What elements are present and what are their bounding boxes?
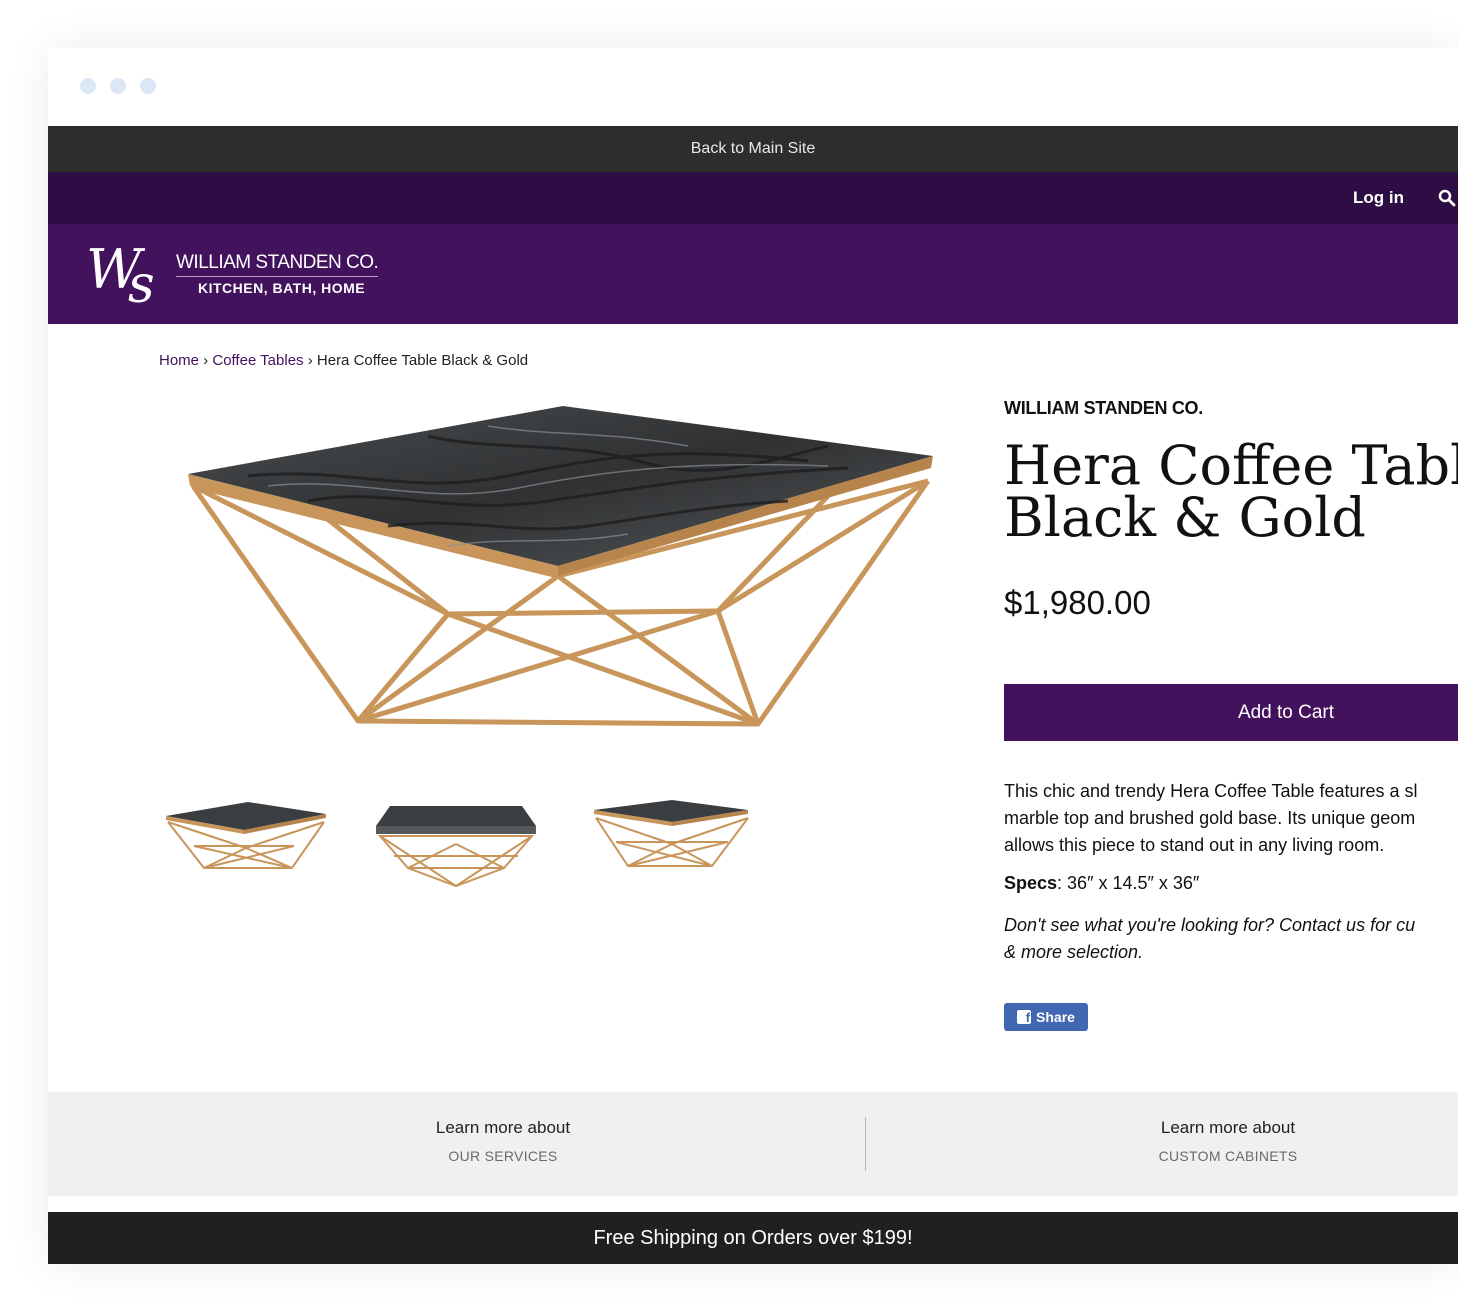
product-title-line: Hera Coffee Table bbox=[1004, 434, 1458, 497]
site-header: W s WILLIAM STANDEN CO. KITCHEN, BATH, H… bbox=[48, 224, 1458, 324]
description-line: This chic and trendy Hera Coffee Table f… bbox=[1004, 781, 1418, 801]
learn-more-services[interactable]: Learn more about OUR SERVICES bbox=[303, 1118, 703, 1164]
product-thumbnail[interactable] bbox=[592, 796, 756, 896]
free-shipping-banner: Free Shipping on Orders over $199! bbox=[48, 1212, 1458, 1264]
product-vendor[interactable]: WILLIAM STANDEN CO. bbox=[1004, 398, 1203, 419]
search-icon[interactable] bbox=[1438, 189, 1456, 207]
learn-more-heading: Learn more about bbox=[1160, 1118, 1296, 1137]
learn-more-link[interactable]: OUR SERVICES bbox=[303, 1148, 703, 1164]
logo-name: WILLIAM STANDEN CO. bbox=[176, 252, 379, 277]
site-logo[interactable]: W s WILLIAM STANDEN CO. KITCHEN, BATH, H… bbox=[84, 240, 379, 308]
product-thumbnail[interactable] bbox=[164, 796, 328, 896]
back-to-main-site-link[interactable]: Back to Main Site bbox=[48, 126, 1458, 172]
learn-more-link[interactable]: CUSTOM CABINETS bbox=[1028, 1148, 1428, 1164]
description-line: marble top and brushed gold base. Its un… bbox=[1004, 808, 1416, 828]
browser-window: Back to Main Site Log in W s WILLIAM STA… bbox=[48, 48, 1458, 1264]
breadcrumb: Home › Coffee Tables › Hera Coffee Table… bbox=[159, 352, 528, 369]
svg-text:s: s bbox=[128, 255, 155, 308]
product-thumbnail[interactable] bbox=[374, 796, 538, 896]
breadcrumb-separator: › bbox=[303, 352, 317, 369]
facebook-icon: f bbox=[1017, 1010, 1032, 1025]
product-main-image[interactable] bbox=[188, 406, 933, 736]
product-price: $1,980.00 bbox=[1004, 584, 1151, 621]
breadcrumb-separator: › bbox=[199, 352, 213, 369]
learn-more-heading: Learn more about bbox=[435, 1118, 571, 1137]
add-to-cart-button[interactable]: Add to Cart bbox=[1004, 684, 1458, 741]
login-link[interactable]: Log in bbox=[1353, 188, 1404, 208]
product-specs: Specs: 36″ x 14.5″ x 36″ bbox=[1004, 873, 1199, 894]
specs-label: Specs bbox=[1004, 873, 1058, 893]
learn-more-section: Learn more about OUR SERVICES Learn more… bbox=[48, 1092, 1458, 1196]
contact-note: Don't see what you're looking for? Conta… bbox=[1004, 912, 1458, 966]
share-label: Share bbox=[1036, 1009, 1075, 1025]
logo-tagline: KITCHEN, BATH, HOME bbox=[198, 280, 366, 296]
description-line: allows this piece to stand out in any li… bbox=[1004, 835, 1385, 855]
user-bar: Log in bbox=[48, 172, 1458, 224]
learn-more-cabinets[interactable]: Learn more about CUSTOM CABINETS bbox=[1028, 1118, 1428, 1164]
note-line: Don't see what you're looking for? Conta… bbox=[1004, 915, 1416, 935]
facebook-share-button[interactable]: f Share bbox=[1004, 1003, 1088, 1031]
window-dot[interactable] bbox=[80, 78, 96, 94]
divider bbox=[865, 1117, 866, 1171]
window-dot[interactable] bbox=[140, 78, 156, 94]
monogram-logo-icon: W s bbox=[86, 240, 155, 308]
product-title-line: Black & Gold bbox=[1004, 486, 1366, 549]
note-line: & more selection. bbox=[1004, 942, 1144, 962]
breadcrumb-current: Hera Coffee Table Black & Gold bbox=[316, 352, 529, 369]
product-title: Hera Coffee Table Black & Gold bbox=[1004, 434, 1458, 549]
breadcrumb-home[interactable]: Home bbox=[159, 352, 199, 369]
window-chrome bbox=[48, 48, 1458, 126]
breadcrumb-category[interactable]: Coffee Tables bbox=[212, 352, 303, 369]
product-description: This chic and trendy Hera Coffee Table f… bbox=[1004, 778, 1458, 859]
window-dot[interactable] bbox=[110, 78, 126, 94]
specs-value: : 36″ x 14.5″ x 36″ bbox=[1057, 873, 1200, 893]
